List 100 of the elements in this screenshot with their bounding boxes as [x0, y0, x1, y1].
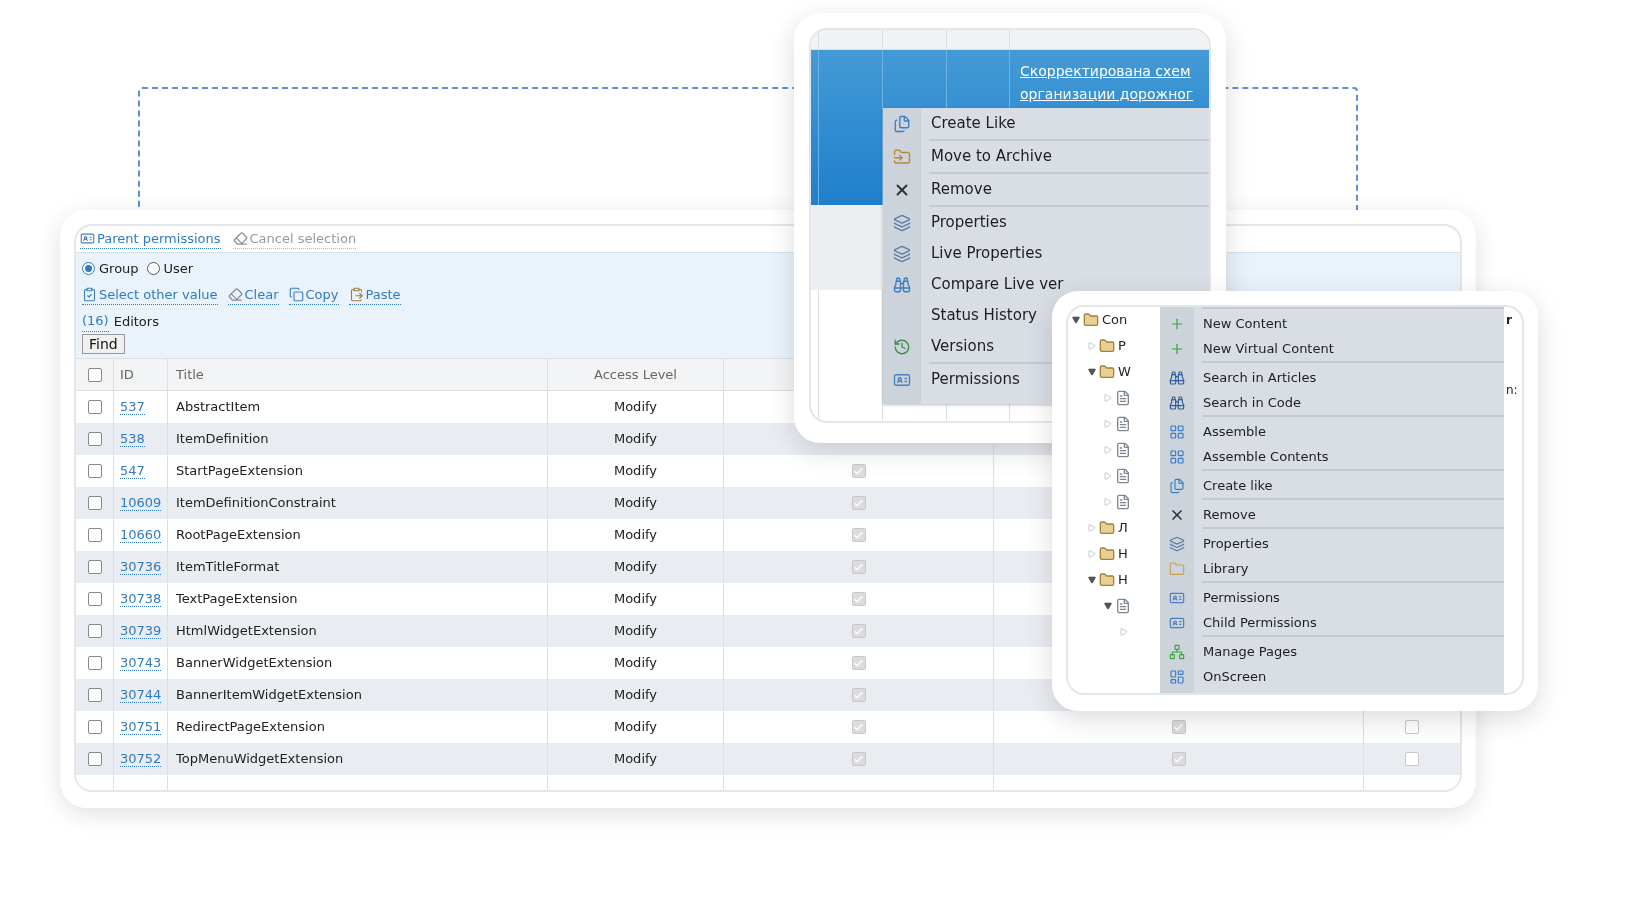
tree-item[interactable]: H: [1118, 570, 1128, 590]
id-link[interactable]: 10660: [120, 527, 162, 543]
checkbox[interactable]: [87, 464, 102, 478]
eraser-icon: [227, 286, 243, 302]
table-cell-text: Modify: [613, 526, 658, 545]
id-link[interactable]: 10609: [120, 495, 162, 511]
checkbox[interactable]: [851, 592, 866, 606]
column-header[interactable]: Access Level: [594, 364, 677, 385]
table-cell-text: Modify: [613, 718, 658, 737]
toolbar-link[interactable]: Parent permissions: [80, 228, 221, 250]
table-cell-text: Modify: [613, 494, 658, 513]
document-icon: [1115, 390, 1131, 406]
folder-icon: [1099, 572, 1115, 588]
menu-item[interactable]: Remove: [1160, 502, 1504, 527]
tree-item[interactable]: W: [1118, 362, 1131, 382]
menu-item[interactable]: Search in Code: [1160, 390, 1504, 415]
tree-item[interactable]: H: [1118, 544, 1128, 564]
checkbox[interactable]: [851, 496, 866, 510]
id-link[interactable]: 30752: [120, 751, 162, 767]
checkbox[interactable]: [851, 624, 866, 638]
checkbox[interactable]: [87, 592, 102, 606]
document-icon: [1115, 442, 1131, 458]
menu-item[interactable]: Create Like: [883, 108, 1209, 139]
table-cell-text: Modify: [613, 686, 658, 705]
id-link[interactable]: 30751: [120, 719, 162, 735]
menu-item[interactable]: New Virtual Content: [1160, 336, 1504, 361]
expander-icon[interactable]: [1088, 368, 1096, 376]
tree-item[interactable]: Con: [1102, 310, 1128, 330]
action-link[interactable]: Copy: [288, 284, 339, 305]
checkbox[interactable]: [851, 528, 866, 542]
menu-item[interactable]: Properties: [1160, 531, 1504, 556]
checkbox[interactable]: [1171, 720, 1186, 734]
tree-item[interactable]: Л: [1118, 518, 1128, 538]
menu-item[interactable]: Manage Pages: [1160, 639, 1504, 664]
checkbox[interactable]: [87, 688, 102, 702]
stacked-cards-icon: [1169, 535, 1185, 552]
menu-item[interactable]: Search in Articles: [1160, 365, 1504, 390]
table-cell-text: BannerWidgetExtension: [176, 654, 333, 673]
menu-item[interactable]: Properties: [883, 207, 1209, 238]
menu-item[interactable]: New Content: [1160, 311, 1504, 336]
table-cell-text: TextPageExtension: [176, 590, 298, 609]
checkbox[interactable]: [851, 752, 866, 766]
checkbox[interactable]: [87, 624, 102, 638]
table-cell-text: TopMenuWidgetExtension: [176, 750, 344, 769]
id-link[interactable]: 537: [120, 399, 145, 415]
folder-icon: [1169, 560, 1185, 577]
table-cell-text: Modify: [613, 654, 658, 673]
table-cell-text: Modify: [613, 622, 658, 641]
menu-item[interactable]: Child Permissions: [1160, 610, 1504, 635]
expander-icon[interactable]: [1088, 576, 1096, 584]
radio-button[interactable]: [146, 262, 160, 276]
checkbox[interactable]: [1405, 720, 1419, 734]
menu-item[interactable]: OnScreen: [1160, 664, 1504, 689]
count-link[interactable]: (16): [82, 311, 109, 332]
menu-item[interactable]: Assemble: [1160, 419, 1504, 444]
menu-item[interactable]: Library: [1160, 556, 1504, 581]
checkbox[interactable]: [87, 656, 102, 670]
checkbox[interactable]: [851, 720, 866, 734]
id-link[interactable]: 30744: [120, 687, 162, 703]
id-link[interactable]: 30739: [120, 623, 162, 639]
action-link[interactable]: Paste: [348, 284, 401, 305]
checkbox[interactable]: [851, 464, 866, 478]
menu-item[interactable]: Move to Archive: [883, 141, 1209, 172]
checkbox[interactable]: [87, 720, 102, 734]
checkbox[interactable]: [87, 752, 102, 766]
expander-icon[interactable]: [1104, 602, 1112, 610]
id-link[interactable]: 538: [120, 431, 145, 447]
column-header[interactable]: Title: [176, 364, 204, 385]
tree-item[interactable]: P: [1118, 336, 1126, 356]
checkbox[interactable]: [87, 432, 102, 446]
action-link[interactable]: Clear: [227, 284, 279, 305]
table-cell-text: StartPageExtension: [176, 462, 304, 481]
menu-item[interactable]: Assemble Contents: [1160, 444, 1504, 469]
table-cell-text: ItemTitleFormat: [176, 558, 280, 577]
checkbox[interactable]: [1405, 752, 1419, 766]
checkbox[interactable]: [87, 400, 102, 414]
id-link[interactable]: 30738: [120, 591, 162, 607]
menu-item[interactable]: Create like: [1160, 473, 1504, 498]
checkbox[interactable]: [1171, 752, 1186, 766]
expander-icon[interactable]: [1072, 316, 1080, 324]
menu-item[interactable]: Live Properties: [883, 238, 1209, 269]
checkbox[interactable]: [851, 656, 866, 670]
radio-label[interactable]: Group: [99, 259, 139, 279]
checkbox[interactable]: [87, 528, 102, 542]
radio-button[interactable]: [82, 262, 95, 276]
menu-item[interactable]: Remove: [883, 174, 1209, 205]
find-button[interactable]: Find: [82, 333, 125, 354]
id-link[interactable]: 30743: [120, 655, 162, 671]
checkbox[interactable]: [87, 560, 102, 574]
radio-label[interactable]: User: [163, 259, 194, 279]
checkbox[interactable]: [851, 560, 866, 574]
menu-item[interactable]: Permissions: [1160, 585, 1504, 610]
column-header[interactable]: ID: [120, 364, 134, 385]
id-link[interactable]: 547: [120, 463, 145, 479]
action-link[interactable]: Select other value: [82, 284, 218, 305]
checkbox[interactable]: [87, 496, 102, 510]
copy-icon: [288, 286, 304, 302]
id-link[interactable]: 30736: [120, 559, 162, 575]
checkbox[interactable]: [851, 688, 866, 702]
checkbox[interactable]: [87, 367, 102, 382]
